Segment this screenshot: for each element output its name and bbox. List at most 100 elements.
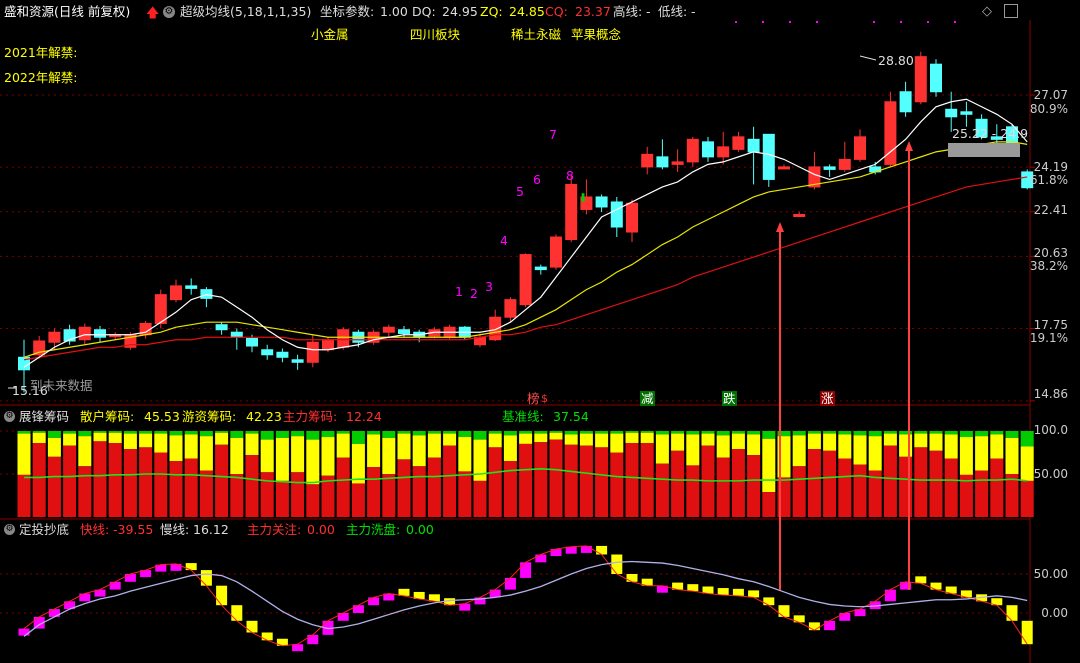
- fast-line-bar-37: [580, 545, 592, 553]
- chip-bar-red-26: [412, 466, 426, 517]
- tag-sichuan: 四川板块: [410, 27, 461, 42]
- main-focus-label: 主力关注:: [247, 522, 302, 537]
- signal-fall: 跌: [722, 391, 737, 406]
- chip-bar-green-57: [883, 431, 897, 434]
- chip-bar-green-17: [275, 431, 289, 438]
- chip-bar-green-10: [169, 431, 183, 436]
- chip-bar-yellow-29: [458, 437, 472, 472]
- chip-bar-green-35: [549, 431, 563, 433]
- retail-chip-value: 45.53: [144, 409, 180, 424]
- seq-number-1: 1: [455, 284, 463, 299]
- pct-tick-61: 61.8%: [1029, 173, 1068, 187]
- chip-bar-red-2: [47, 456, 61, 517]
- chip-bar-yellow-18: [291, 436, 305, 473]
- candle-body-15: [246, 337, 258, 347]
- chip-bar-green-40: [625, 431, 639, 433]
- main-focus-value: 0.00: [307, 522, 335, 537]
- chip-bar-red-11: [184, 458, 198, 517]
- seq-number-3: 3: [485, 279, 493, 294]
- chip-bar-red-42: [655, 463, 669, 517]
- top-marker-dot-6: [927, 21, 929, 23]
- slow-line-value: 16.12: [193, 522, 229, 537]
- candle-body-59: [914, 56, 927, 103]
- pct-tick-80: 80.9%: [1029, 102, 1068, 116]
- chip-bar-red-48: [747, 455, 761, 517]
- fast-line-bar-39: [611, 554, 623, 574]
- pct-tick-19: 19.1%: [1029, 331, 1068, 345]
- chip-bar-red-32: [503, 461, 517, 517]
- chip-bar-yellow-42: [655, 434, 669, 464]
- chip-bar-red-57: [883, 445, 897, 517]
- chip-bar-red-16: [260, 472, 274, 517]
- fast-line-bar-6: [109, 581, 121, 590]
- chip-bar-red-47: [731, 449, 745, 517]
- chip-bar-yellow-41: [640, 432, 654, 444]
- fast-line-bar-57: [884, 589, 896, 602]
- candle-body-34: [534, 266, 547, 271]
- candle-body-58: [899, 91, 912, 113]
- candle-body-46: [717, 146, 730, 158]
- future-data-hint[interactable]: 到未来数据: [30, 378, 93, 393]
- candle-body-4: [78, 326, 91, 341]
- fast-line-bar-23: [368, 597, 380, 606]
- diamond-icon[interactable]: ◇: [982, 4, 992, 19]
- chip-bar-red-63: [975, 470, 989, 517]
- tag-small-metals: 小金属: [311, 27, 349, 42]
- chip-bar-green-60: [929, 431, 943, 434]
- chip-bar-green-2: [47, 431, 61, 438]
- up-arrow-icon[interactable]: 🡅: [146, 4, 159, 26]
- candle-body-10: [170, 285, 182, 301]
- chip-bar-yellow-11: [184, 434, 198, 459]
- fast-line-bar-52: [808, 622, 820, 631]
- chip-bar-yellow-13: [215, 432, 229, 445]
- candle-body-62: [960, 111, 973, 115]
- top-marker-dot-7: [954, 21, 956, 23]
- panel3-gear-icon[interactable]: ⚙: [4, 524, 15, 535]
- chip-bar-red-51: [792, 466, 806, 517]
- candle-body-18: [291, 359, 304, 363]
- hot-chip-value: 42.23: [246, 409, 282, 424]
- chip-bar-green-30: [473, 431, 487, 440]
- chip-bar-green-6: [108, 431, 122, 433]
- green-down-arrow-icon: ⬇: [578, 191, 589, 205]
- high-line-value: -: [646, 4, 651, 19]
- chip-bar-green-5: [93, 431, 107, 433]
- price-tick-27: 27.07: [1033, 88, 1068, 102]
- fast-line-bar-0: [18, 628, 30, 636]
- chip-bar-green-21: [336, 431, 350, 434]
- chip-bar-yellow-38: [595, 433, 609, 448]
- fast-line-bar-13: [216, 585, 228, 606]
- window-toggle-icon[interactable]: [1004, 4, 1018, 18]
- panel2-gear-icon[interactable]: ⚙: [4, 411, 15, 422]
- fast-line-bar-7: [124, 574, 136, 582]
- chip-bar-red-46: [716, 457, 730, 517]
- panel3-tick-0: 0.00: [1041, 606, 1068, 620]
- panel2-tick-100: 100.0: [1033, 423, 1068, 437]
- chip-bar-yellow-55: [853, 435, 867, 465]
- chip-bar-yellow-46: [716, 435, 730, 458]
- chip-bar-green-28: [443, 431, 457, 434]
- fast-line-bar-14: [231, 605, 243, 621]
- chip-bar-yellow-16: [260, 439, 274, 473]
- settings-gear-icon[interactable]: ⚙: [163, 6, 175, 18]
- chip-bar-yellow-15: [245, 433, 259, 456]
- fast-line-bar-44: [687, 584, 699, 592]
- chip-bar-red-19: [306, 484, 320, 517]
- fast-line-bar-40: [626, 574, 638, 582]
- chip-bar-yellow-56: [868, 436, 882, 471]
- candle-body-2: [48, 331, 61, 343]
- candle-body-35: [550, 236, 562, 268]
- chip-bar-red-43: [671, 450, 685, 517]
- chip-bar-yellow-0: [17, 433, 31, 475]
- chip-bar-yellow-36: [564, 434, 578, 445]
- chip-bar-yellow-8: [139, 433, 153, 448]
- fast-line-bar-19: [307, 634, 319, 645]
- chip-bar-green-29: [458, 431, 472, 438]
- chip-bar-yellow-66: [1020, 446, 1034, 481]
- chip-bar-yellow-60: [929, 433, 943, 451]
- fast-line: [23, 545, 1028, 647]
- chip-bar-green-66: [1020, 431, 1034, 447]
- high-price-label: 28.80: [878, 53, 914, 68]
- chip-bar-yellow-9: [154, 433, 168, 453]
- fast-line-bar-65: [1006, 605, 1018, 621]
